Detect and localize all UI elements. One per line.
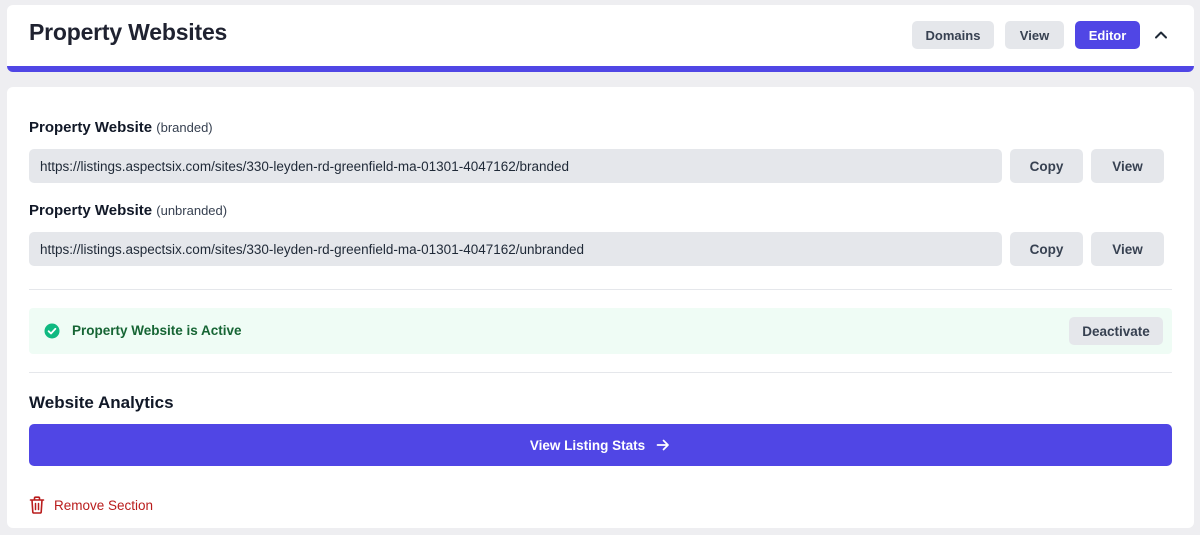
domains-button[interactable]: Domains <box>912 21 994 49</box>
unbranded-label-sub: (unbranded) <box>156 203 228 218</box>
chevron-up-icon <box>1155 31 1167 39</box>
copy-branded-button[interactable]: Copy <box>1010 149 1083 183</box>
arrow-right-icon <box>656 439 669 451</box>
editor-button[interactable]: Editor <box>1075 21 1140 49</box>
view-listing-stats-button[interactable]: View Listing Stats <box>29 424 1172 466</box>
trash-icon <box>29 496 45 514</box>
status-banner: Property Website is Active Deactivate <box>29 308 1172 354</box>
view-listing-stats-label: View Listing Stats <box>529 437 646 453</box>
view-button[interactable]: View <box>1005 21 1064 49</box>
view-unbranded-button[interactable]: View <box>1091 232 1164 266</box>
deactivate-button[interactable]: Deactivate <box>1069 317 1163 345</box>
unbranded-url-field[interactable]: https://listings.aspectsix.com/sites/330… <box>29 232 1002 266</box>
remove-section-label: Remove Section <box>54 497 154 513</box>
page-title: Property Websites <box>29 19 228 45</box>
unbranded-label-text: Property Website <box>29 202 153 219</box>
check-circle-icon <box>44 323 60 339</box>
branded-label-sub: (branded) <box>156 120 213 135</box>
analytics-title: Website Analytics <box>29 393 174 412</box>
copy-unbranded-button[interactable]: Copy <box>1010 232 1083 266</box>
branded-label-text: Property Website <box>29 119 153 136</box>
section-body: Property Website (branded) https://listi… <box>7 87 1194 528</box>
section-header: Property Websites Domains View Editor <box>7 5 1194 72</box>
divider <box>29 372 1172 373</box>
divider <box>29 289 1172 290</box>
status-text: Property Website is Active <box>72 323 242 338</box>
remove-section-button[interactable]: Remove Section <box>29 495 153 515</box>
branded-url-field[interactable]: https://listings.aspectsix.com/sites/330… <box>29 149 1002 183</box>
collapse-button[interactable] <box>1149 23 1173 47</box>
view-branded-button[interactable]: View <box>1091 149 1164 183</box>
unbranded-label: Property Website (unbranded) <box>29 202 227 219</box>
branded-label: Property Website (branded) <box>29 119 213 136</box>
